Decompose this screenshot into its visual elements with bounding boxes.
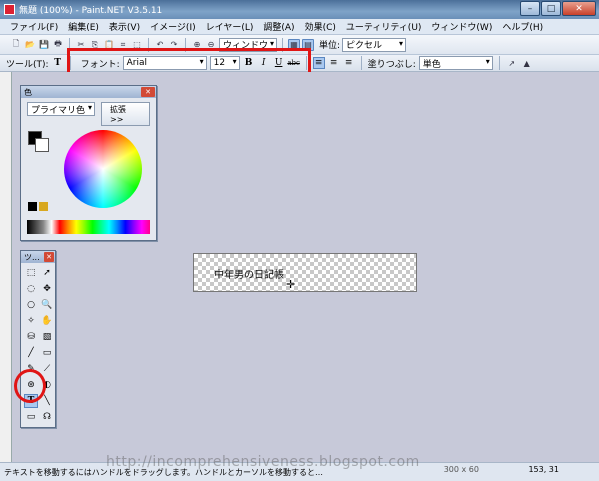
- paint-bucket-icon[interactable]: ⛁: [24, 330, 38, 344]
- palette-swap-icon[interactable]: [28, 202, 37, 211]
- minimize-button[interactable]: –: [520, 1, 540, 16]
- app-icon: [4, 4, 15, 15]
- tool-label: ツール(T):: [6, 59, 49, 70]
- unit-label: 単位:: [319, 41, 341, 51]
- cursor-coordinates: 153, 31: [528, 465, 559, 474]
- colors-title: 色: [24, 87, 32, 97]
- close-icon[interactable]: ✕: [141, 87, 155, 97]
- shapes-icon[interactable]: ▭: [24, 410, 38, 424]
- menu-adjustments[interactable]: 調整(A): [263, 20, 294, 33]
- menu-image[interactable]: イメージ(I): [150, 20, 196, 33]
- zoom-icon[interactable]: 🔍: [40, 298, 54, 312]
- colors-panel: 色 ✕ プライマリ色 拡張 >>: [20, 85, 157, 241]
- pan-icon[interactable]: ✋: [40, 314, 54, 328]
- fill-label: 塗りつぶし:: [367, 59, 416, 70]
- move-selection-icon[interactable]: ➚: [40, 266, 54, 280]
- expand-button[interactable]: 拡張 >>: [101, 102, 150, 126]
- canvas-text: 中年男の日記帳: [214, 270, 284, 281]
- print-icon[interactable]: 🖶: [52, 39, 64, 51]
- color-mode-select[interactable]: プライマリ色: [27, 102, 96, 116]
- watermark-text: http://incomprehensiveness.blogspot.com: [106, 454, 420, 470]
- toolbar-separator: [498, 56, 500, 70]
- vertical-ruler: [0, 72, 12, 462]
- menu-view[interactable]: 表示(V): [109, 20, 140, 33]
- magic-wand-icon[interactable]: ✧: [24, 314, 38, 328]
- toolbar-separator: [360, 56, 362, 70]
- menu-layers[interactable]: レイヤー(L): [206, 20, 254, 33]
- menu-file[interactable]: ファイル(F): [10, 20, 58, 33]
- lasso-select-icon[interactable]: ◌: [24, 282, 38, 296]
- blend-mode-icon[interactable]: ▲: [521, 57, 533, 69]
- window-title: 無題 (100%) - Paint.NET V3.5.11: [19, 6, 163, 16]
- close-button[interactable]: ✕: [562, 1, 596, 16]
- menu-help[interactable]: ヘルプ(H): [502, 20, 543, 33]
- open-folder-icon[interactable]: 📂: [24, 39, 36, 51]
- align-left-icon[interactable]: ≡: [312, 57, 325, 69]
- antialias-icon[interactable]: ↗: [506, 57, 518, 69]
- close-icon[interactable]: ✕: [44, 252, 54, 262]
- move-selected-icon[interactable]: ✥: [40, 282, 54, 296]
- colors-panel-title: 色 ✕: [21, 86, 156, 98]
- color-wheel[interactable]: [64, 130, 142, 208]
- move-cursor-icon: ✛: [286, 278, 296, 291]
- title-bar: 無題 (100%) - Paint.NET V3.5.11 – □ ✕: [0, 0, 599, 19]
- menu-effects[interactable]: 効果(C): [305, 20, 336, 33]
- menu-window[interactable]: ウィンドウ(W): [431, 20, 492, 33]
- maximize-button[interactable]: □: [541, 1, 561, 16]
- image-canvas[interactable]: 中年男の日記帳 ✛: [193, 253, 417, 292]
- image-size: 300 x 60: [443, 465, 479, 474]
- unit-select[interactable]: ピクセル: [342, 37, 407, 52]
- fill-select[interactable]: 単色: [418, 56, 493, 70]
- palette-strip[interactable]: [27, 220, 150, 234]
- eraser-icon[interactable]: ▭: [40, 346, 54, 360]
- palette-menu-icon[interactable]: [39, 202, 48, 211]
- tools-panel-title: ツ... ✕: [21, 251, 55, 263]
- text-tool-highlight: [14, 369, 46, 403]
- menu-bar: ファイル(F) 編集(E) 表示(V) イメージ(I) レイヤー(L) 調整(A…: [0, 19, 599, 35]
- text-tool-indicator-icon[interactable]: T: [52, 57, 64, 69]
- freeform-shape-icon[interactable]: ☊: [40, 410, 54, 424]
- save-icon[interactable]: 💾: [38, 39, 50, 51]
- align-center-icon[interactable]: ≡: [328, 57, 340, 69]
- gradient-icon[interactable]: ▧: [40, 330, 54, 344]
- paintbrush-icon[interactable]: ╱: [24, 346, 38, 360]
- rectangle-select-icon[interactable]: ⬚: [24, 266, 38, 280]
- align-right-icon[interactable]: ≡: [343, 57, 355, 69]
- new-file-icon[interactable]: 🗋: [10, 39, 22, 51]
- tools-title: ツ...: [24, 252, 40, 262]
- secondary-color-swatch[interactable]: [35, 138, 49, 152]
- ellipse-select-icon[interactable]: ○: [24, 298, 38, 312]
- menu-utilities[interactable]: ユーティリティ(U): [346, 20, 422, 33]
- menu-edit[interactable]: 編集(E): [68, 20, 99, 33]
